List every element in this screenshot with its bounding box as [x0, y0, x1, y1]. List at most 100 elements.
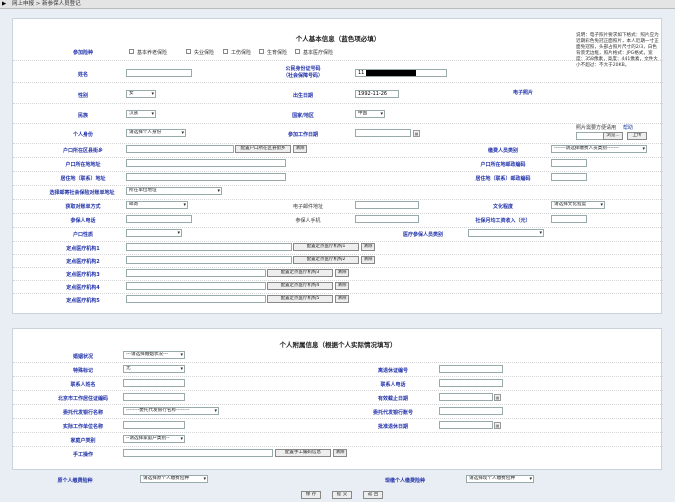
employer-input[interactable]	[123, 421, 185, 429]
mobile-label: 参保人手机	[295, 218, 321, 224]
monthly-wage-input[interactable]	[551, 215, 587, 223]
gender-select[interactable]: 女	[126, 90, 156, 98]
option-maternity: 生育保险	[267, 50, 288, 56]
mobile-input[interactable]	[355, 215, 419, 223]
calendar-icon[interactable]: ▦	[494, 422, 501, 429]
worker-category-label: 缴费人员类别	[487, 148, 518, 154]
photo-note: 照片需要方便请用	[576, 125, 617, 131]
checkbox-unemployment[interactable]	[186, 49, 191, 54]
checkbox-injury[interactable]	[223, 49, 228, 54]
work-permit-input[interactable]	[123, 393, 185, 401]
hospital5-pick-button[interactable]: 配置定点医疗机构5	[267, 295, 333, 303]
identity-select[interactable]: 请选择个人身份	[126, 129, 186, 137]
save-button[interactable]: 保 存	[301, 491, 321, 499]
birth-date-input[interactable]: 1992-11-26	[355, 90, 399, 98]
work-start-input[interactable]	[355, 129, 411, 137]
hospital3-clear-button[interactable]: 清除	[335, 269, 349, 277]
divider	[13, 82, 663, 83]
extra-contact-phone-input[interactable]	[439, 379, 503, 387]
monthly-wage-label: 社保月均工资收入（元）	[475, 218, 531, 224]
mail-addr-select[interactable]: 所在单位地址	[126, 187, 222, 195]
divider	[13, 446, 663, 447]
photo-description: 说明：电子照片要求如下格式：照片应为近期彩色免冠正面照片，本人近期一寸正面免冠照…	[576, 33, 659, 68]
name-input[interactable]	[126, 69, 192, 77]
valid-until-input[interactable]	[439, 393, 493, 401]
hukou-addr-input[interactable]	[126, 159, 286, 167]
approval-date-input[interactable]	[439, 421, 493, 429]
prev-personal-select[interactable]: 请选择原个人缴费险种	[140, 475, 208, 483]
bank-account-input[interactable]	[439, 407, 503, 415]
hospital5-input[interactable]	[126, 295, 266, 303]
hospital4-pick-button[interactable]: 配置定点医疗机构4	[267, 282, 333, 290]
hospital2-input[interactable]	[126, 256, 292, 264]
hospital1-pick-button[interactable]: 配置定点医疗机构1	[293, 243, 359, 251]
special-mark-select[interactable]: 无	[123, 365, 185, 373]
worker-category-select[interactable]: -------请选择缴费人员类别-------	[551, 145, 647, 153]
back-button[interactable]: 返 回	[363, 491, 383, 499]
residence-input[interactable]	[126, 173, 286, 181]
submit-button[interactable]: 提 交	[332, 491, 352, 499]
divider	[13, 103, 663, 104]
checkbox-medical[interactable]	[295, 49, 300, 54]
education-select[interactable]: 请选择文化程度	[551, 201, 605, 209]
hospital3-input[interactable]	[126, 269, 266, 277]
residence-zip-label: 居住地（联系）邮政编码	[475, 176, 531, 182]
redacted-block	[366, 70, 416, 76]
calendar-icon[interactable]: ▦	[413, 130, 420, 137]
hospital1-input[interactable]	[126, 243, 292, 251]
medical-category-select[interactable]	[468, 229, 544, 237]
hukou-clear-button[interactable]: 清除	[293, 145, 307, 153]
marital-select[interactable]: ---请选择婚姻状况---	[123, 351, 185, 359]
prev-personal-label: 原个人缴费险种	[57, 478, 93, 484]
email-input[interactable]	[355, 201, 419, 209]
id-number-label: 公民身份证号码	[285, 66, 321, 72]
hospital2-pick-button[interactable]: 配置定点医疗机构2	[293, 256, 359, 264]
ethnicity-select[interactable]: 汉族	[126, 110, 156, 118]
contact-name-label: 联系人姓名	[70, 382, 96, 388]
hospital4-input[interactable]	[126, 282, 266, 290]
option-unemployment: 失业保险	[194, 50, 215, 56]
special-mark-label: 特殊标记	[72, 368, 93, 374]
hospital3-label: 定点医疗机构3	[66, 272, 100, 278]
photo-browse-button[interactable]: 浏览...	[603, 132, 623, 140]
hukou-input[interactable]	[126, 145, 234, 153]
approval-date-label: 批准退休日期	[377, 424, 408, 430]
hukou-type-select[interactable]	[126, 229, 182, 237]
photo-upload-button[interactable]: 上传	[627, 132, 647, 140]
photo-help-link[interactable]: 帮助	[623, 124, 633, 131]
extra-contact-phone-label: 联系人电话	[380, 382, 406, 388]
divider	[13, 185, 663, 186]
breadcrumb: ▶ 网上申报 > 新参保人员登记	[0, 0, 675, 9]
divider	[13, 362, 663, 363]
hukou-zip-input[interactable]	[551, 159, 587, 167]
divider	[13, 432, 663, 433]
divider	[13, 213, 663, 214]
handicap-pick-button[interactable]: 配置手工编码信息	[275, 449, 331, 457]
divider	[13, 418, 663, 419]
handicap-input[interactable]	[123, 449, 273, 457]
breadcrumb-root[interactable]: 网上申报	[12, 1, 34, 7]
calendar-icon[interactable]: ▦	[494, 394, 501, 401]
residence-zip-input[interactable]	[551, 173, 587, 181]
nationality-select[interactable]: 中国	[355, 110, 385, 118]
education-label: 文化程度	[492, 204, 513, 210]
contact-name-input[interactable]	[123, 379, 185, 387]
retire-cert-input[interactable]	[439, 365, 503, 373]
divider	[13, 390, 663, 391]
hukou-pick-button[interactable]: 配置户口所在区县街乡	[235, 145, 291, 153]
current-personal-select[interactable]: 请选择现个人缴费险种	[466, 475, 534, 483]
bank-name-select[interactable]: --------委托代发银行名称--------	[123, 407, 219, 415]
checkbox-pension[interactable]	[129, 49, 134, 54]
hospital4-clear-button[interactable]: 清除	[335, 282, 349, 290]
hospital2-clear-button[interactable]: 清除	[361, 256, 375, 264]
divider	[13, 241, 663, 242]
hospital1-clear-button[interactable]: 清除	[361, 243, 375, 251]
contact-phone-input[interactable]	[126, 215, 192, 223]
contact-method-select[interactable]: 邮寄	[126, 201, 188, 209]
hospital3-pick-button[interactable]: 配置定点医疗机构3	[267, 269, 333, 277]
household-type-select[interactable]: --请选择家庭户类别--	[123, 435, 185, 443]
hospital5-clear-button[interactable]: 清除	[335, 295, 349, 303]
handicap-clear-button[interactable]: 清除	[333, 449, 347, 457]
divider	[13, 267, 663, 268]
checkbox-maternity[interactable]	[259, 49, 264, 54]
